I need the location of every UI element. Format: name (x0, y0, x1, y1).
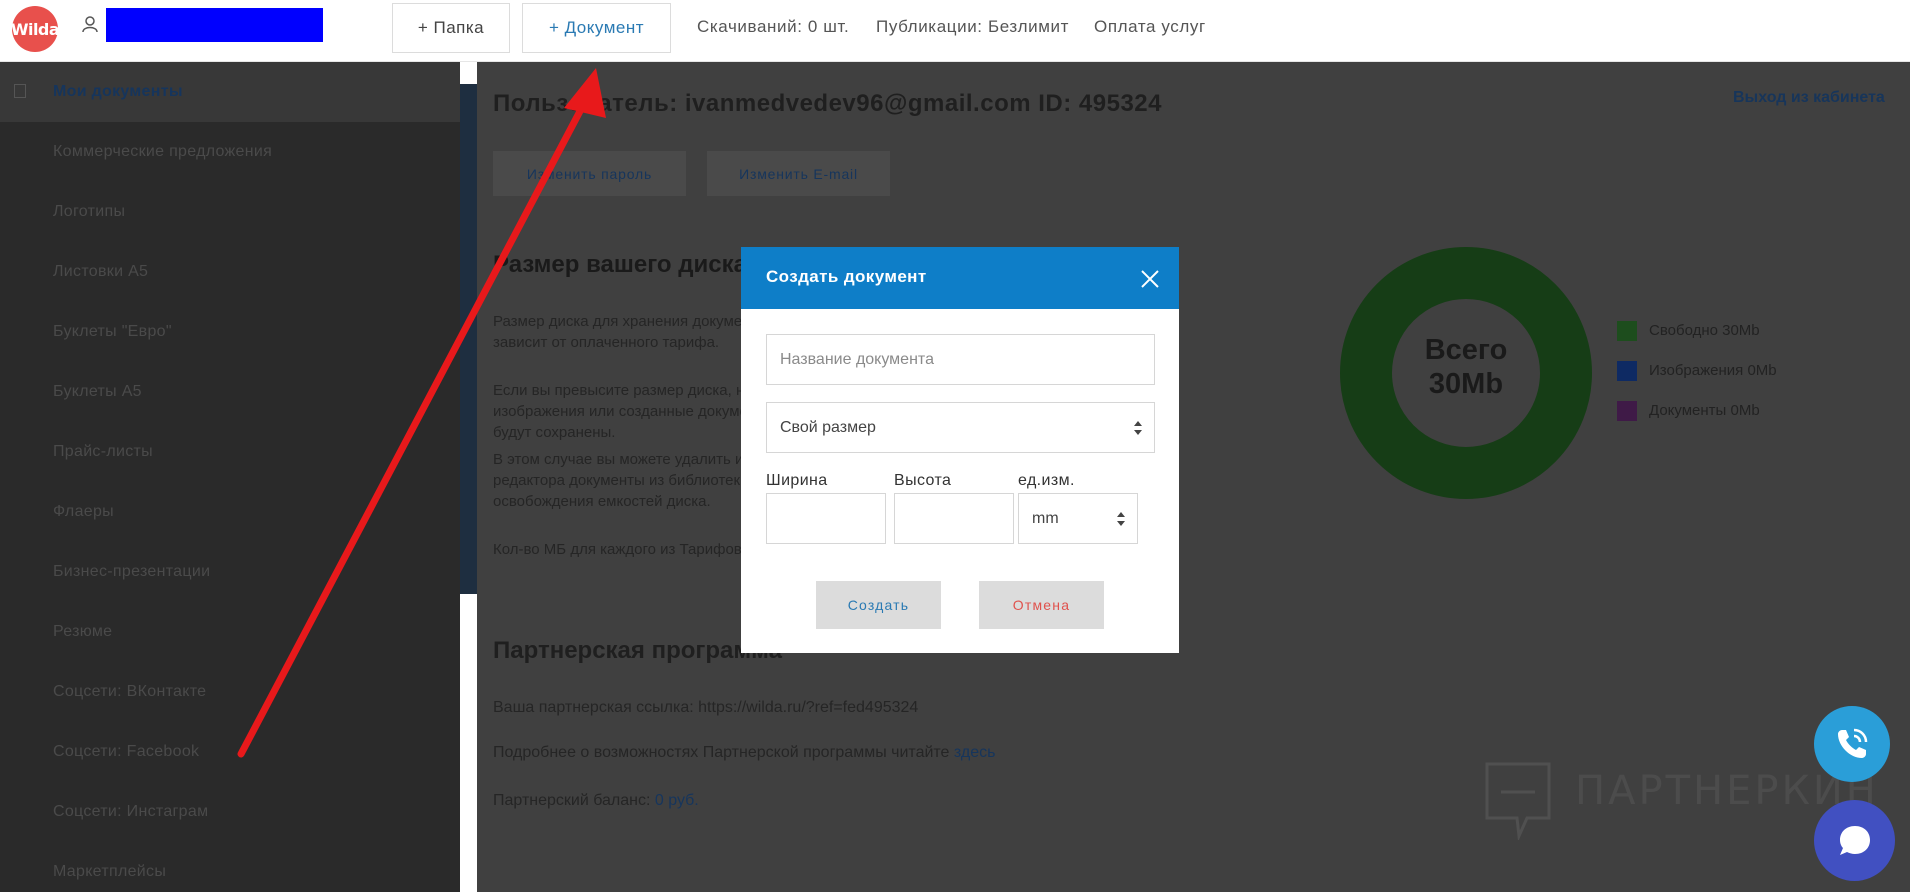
user-icon[interactable] (80, 14, 100, 34)
username-redacted[interactable] (106, 8, 323, 42)
partner-link-text: Ваша партнерская ссылка: https://wilda.r… (493, 699, 919, 716)
sidebar-item-label: Листовки А5 (53, 263, 149, 280)
legend-swatch (1617, 321, 1637, 341)
height-input[interactable] (894, 493, 1014, 544)
pencil-icon (14, 84, 26, 98)
sidebar-item-instagram[interactable]: Соцсети: Инстаграм (0, 782, 460, 842)
chat-bubble-icon (1839, 825, 1870, 855)
partner-balance-label: Партнерский баланс: (493, 792, 651, 809)
unit-select-value: mm (1032, 509, 1059, 527)
partner-balance-value: 0 руб. (654, 792, 699, 809)
donut-label-line2: 30Mb (1428, 368, 1504, 400)
document-name-input[interactable]: Название документа (766, 334, 1155, 385)
sidebar-item-label: Соцсети: ВКонтакте (53, 683, 207, 700)
sidebar-item-vk[interactable]: Соцсети: ВКонтакте (0, 662, 460, 722)
legend-label: Изображения 0Mb (1649, 362, 1777, 379)
add-document-button[interactable]: + Документ (522, 3, 671, 53)
legend-swatch (1617, 361, 1637, 381)
donut-center-label: Всего 30Mb (1392, 333, 1540, 401)
disk-size-heading: Размер вашего диска (493, 251, 747, 278)
add-folder-button[interactable]: + Папка (392, 3, 510, 53)
partner-balance-line: Партнерский баланс: 0 руб. (493, 792, 699, 810)
sidebar-item-leaflets[interactable]: Листовки А5 (0, 242, 460, 302)
sidebar-item-label: Соцсети: Инстаграм (53, 803, 209, 820)
sidebar-item-price-lists[interactable]: Прайс-листы (0, 422, 460, 482)
partner-info-text: Подробнее о возможностях Партнерской про… (493, 744, 950, 761)
sidebar-item-flyers[interactable]: Флаеры (0, 482, 460, 542)
create-document-dialog: Создать документ Название документа Свой… (741, 247, 1179, 653)
app-logo[interactable]: Wilda (11, 6, 60, 52)
partner-heading: Партнерская программа (493, 637, 782, 664)
watermark-chat-icon (1485, 762, 1551, 840)
height-label: Высота (894, 472, 952, 489)
partner-info-line: Подробнее о возможностях Партнерской про… (493, 744, 995, 762)
unit-label: ед.изм. (1018, 472, 1075, 489)
partner-info-link[interactable]: здесь (954, 744, 996, 761)
legend-label: Документы 0Mb (1649, 402, 1760, 419)
payment-link[interactable]: Оплата услуг (1094, 17, 1206, 37)
phone-icon (1838, 728, 1868, 758)
sidebar-item-label: Соцсети: Facebook (53, 743, 200, 760)
logout-link[interactable]: Выход из кабинета (1733, 89, 1885, 107)
sidebar-item-resume[interactable]: Резюме (0, 602, 460, 662)
sidebar-item-label: Буклеты А5 (53, 383, 142, 400)
dialog-title: Создать документ (766, 267, 927, 286)
sidebar-item-facebook[interactable]: Соцсети: Facebook (0, 722, 460, 782)
sidebar-item-label: Прайс-листы (53, 443, 153, 460)
sidebar-item-my-documents[interactable]: Мои документы (0, 62, 460, 122)
size-select-value: Свой размер (780, 418, 876, 436)
sidebar-item-label: Маркетплейсы (53, 863, 167, 880)
size-select[interactable]: Свой размер (766, 402, 1155, 453)
change-email-button[interactable]: Изменить E-mail (707, 151, 890, 196)
sidebar-item-label: Бизнес-презентации (53, 563, 211, 580)
select-arrows-icon (1117, 512, 1125, 526)
sidebar-item-label: Логотипы (53, 203, 126, 220)
sidebar: Мои документы Коммерческие предложения Л… (0, 62, 460, 892)
close-icon[interactable] (1140, 269, 1160, 289)
sidebar-scrollbar[interactable] (460, 84, 477, 594)
donut-label-line1: Всего (1424, 334, 1508, 366)
sidebar-item-proposals[interactable]: Коммерческие предложения (0, 122, 460, 182)
sidebar-item-booklets-a5[interactable]: Буклеты А5 (0, 362, 460, 422)
unit-select[interactable]: mm (1018, 493, 1138, 544)
publications-counter: Публикации: Безлимит (876, 17, 1069, 36)
sidebar-item-marketplaces[interactable]: Маркетплейсы (0, 842, 460, 892)
page-title: Пользователь: ivanmedvedev96@gmail.com I… (493, 90, 1162, 117)
sidebar-item-label: Мои документы (53, 83, 183, 100)
sidebar-item-presentations[interactable]: Бизнес-презентации (0, 542, 460, 602)
call-button[interactable] (1814, 706, 1890, 782)
cancel-button[interactable]: Отмена (979, 581, 1104, 629)
sidebar-item-label: Резюме (53, 623, 113, 640)
width-input[interactable] (766, 493, 886, 544)
sidebar-item-label: Буклеты "Евро" (53, 323, 172, 340)
sidebar-item-label: Коммерческие предложения (53, 143, 273, 160)
sidebar-item-booklets-euro[interactable]: Буклеты "Евро" (0, 302, 460, 362)
sidebar-item-logos[interactable]: Логотипы (0, 182, 460, 242)
dialog-header: Создать документ (741, 247, 1179, 309)
legend-label: Свободно 30Mb (1649, 322, 1760, 339)
top-bar: Wilda + Папка + Документ Скачиваний: 0 ш… (0, 0, 1910, 62)
change-password-button[interactable]: Изменить пароль (493, 151, 686, 196)
downloads-counter: Скачиваний: 0 шт. (697, 17, 850, 36)
create-button[interactable]: Создать (816, 581, 941, 629)
legend-swatch (1617, 401, 1637, 421)
width-label: Ширина (766, 472, 828, 489)
chat-button[interactable] (1814, 800, 1895, 881)
sidebar-item-label: Флаеры (53, 503, 114, 520)
select-arrows-icon (1134, 421, 1142, 435)
